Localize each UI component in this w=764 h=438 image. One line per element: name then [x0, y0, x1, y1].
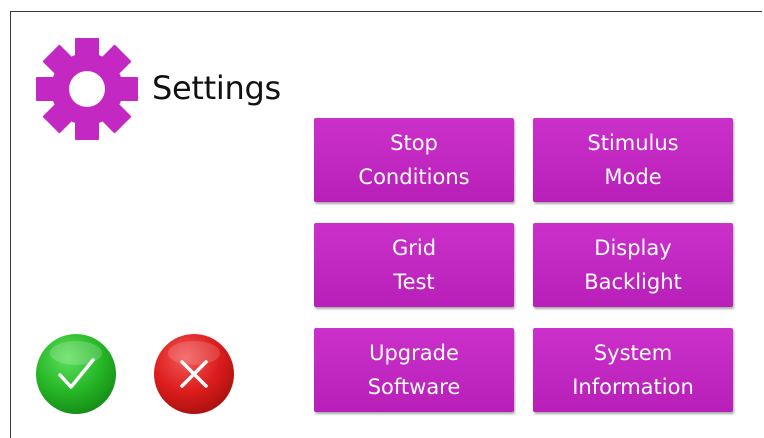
button-label-line: Upgrade: [369, 341, 459, 365]
confirm-button[interactable]: [35, 333, 117, 415]
grid-test-button[interactable]: Grid Test: [314, 223, 514, 307]
close-icon: [154, 334, 234, 414]
button-label-line: Display: [594, 236, 672, 260]
upgrade-software-button[interactable]: Upgrade Software: [314, 328, 514, 412]
button-label-line: Backlight: [584, 270, 682, 294]
page-title: Settings: [152, 69, 281, 107]
gear-icon: [35, 37, 139, 141]
button-label-line: Information: [572, 375, 694, 399]
button-label-line: Mode: [604, 165, 662, 189]
button-label-line: Stimulus: [587, 131, 679, 155]
display-backlight-button[interactable]: Display Backlight: [533, 223, 733, 307]
button-label-line: Grid: [391, 236, 437, 260]
stop-conditions-button[interactable]: Stop Conditions: [314, 118, 514, 202]
cancel-button[interactable]: [153, 333, 235, 415]
button-label-line: System: [593, 341, 673, 365]
checkmark-icon: [36, 334, 116, 414]
button-label-line: Test: [393, 270, 435, 294]
stimulus-mode-button[interactable]: Stimulus Mode: [533, 118, 733, 202]
system-information-button[interactable]: System Information: [533, 328, 733, 412]
button-label-line: Conditions: [358, 165, 470, 189]
button-label-line: Stop: [390, 131, 438, 155]
button-label-line: Software: [367, 375, 461, 399]
